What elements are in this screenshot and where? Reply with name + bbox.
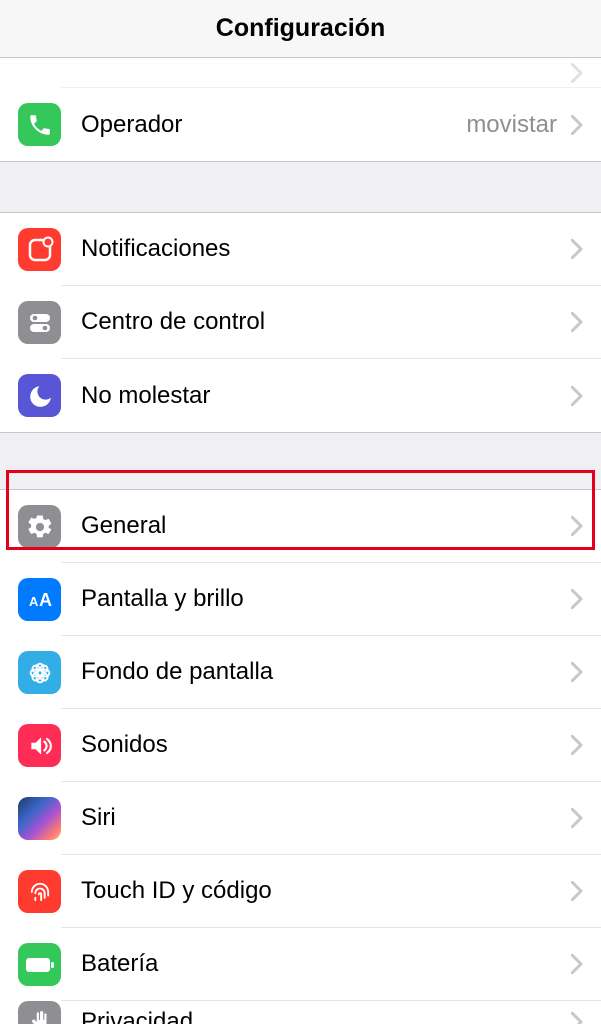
row-carrier-value: movistar xyxy=(466,111,557,139)
chevron-right-icon xyxy=(571,662,583,682)
phone-icon xyxy=(18,103,61,146)
row-battery[interactable]: Batería xyxy=(0,928,601,1001)
row-general-label: General xyxy=(81,512,571,540)
notifications-icon xyxy=(18,228,61,271)
row-do-not-disturb[interactable]: No molestar xyxy=(0,359,601,432)
row-wallpaper[interactable]: Fondo de pantalla xyxy=(0,636,601,709)
section-gap xyxy=(0,433,601,489)
svg-text:A: A xyxy=(29,594,39,609)
chevron-right-icon xyxy=(571,386,583,406)
row-display[interactable]: AA Pantalla y brillo xyxy=(0,563,601,636)
battery-icon xyxy=(18,943,61,986)
row-touchid-label: Touch ID y código xyxy=(81,877,571,905)
chevron-right-icon xyxy=(571,516,583,536)
row-sounds-label: Sonidos xyxy=(81,731,571,759)
chevron-right-icon xyxy=(571,1012,583,1024)
row-touchid[interactable]: Touch ID y código xyxy=(0,855,601,928)
chevron-right-icon xyxy=(571,735,583,755)
row-carrier-label: Operador xyxy=(81,111,466,139)
chevron-right-icon xyxy=(571,881,583,901)
gear-icon xyxy=(18,505,61,548)
row-siri[interactable]: Siri xyxy=(0,782,601,855)
section-gap xyxy=(0,162,601,212)
chevron-right-icon xyxy=(571,589,583,609)
row-notifications-label: Notificaciones xyxy=(81,235,571,263)
settings-group-network: Operador movistar xyxy=(0,58,601,162)
row-carrier[interactable]: Operador movistar xyxy=(0,88,601,161)
chevron-right-icon xyxy=(571,954,583,974)
chevron-right-icon xyxy=(571,312,583,332)
row-do-not-disturb-label: No molestar xyxy=(81,382,571,410)
row-privacy-label: Privacidad xyxy=(81,1008,571,1024)
chevron-right-icon xyxy=(571,63,583,83)
text-size-icon: AA xyxy=(18,578,61,621)
row-display-label: Pantalla y brillo xyxy=(81,585,571,613)
wallpaper-icon xyxy=(18,651,61,694)
row-sounds[interactable]: Sonidos xyxy=(0,709,601,782)
row-hidden-top xyxy=(0,58,601,88)
row-general[interactable]: General xyxy=(0,490,601,563)
hand-icon xyxy=(18,1001,61,1024)
chevron-right-icon xyxy=(571,808,583,828)
row-control-center-label: Centro de control xyxy=(81,308,571,336)
siri-icon xyxy=(18,797,61,840)
row-siri-label: Siri xyxy=(81,804,571,832)
chevron-right-icon xyxy=(571,115,583,135)
fingerprint-icon xyxy=(18,870,61,913)
page-title: Configuración xyxy=(216,14,385,43)
row-wallpaper-label: Fondo de pantalla xyxy=(81,658,571,686)
settings-group-device: General AA Pantalla y brillo Fondo de pa… xyxy=(0,489,601,1024)
row-privacy[interactable]: Privacidad xyxy=(0,1001,601,1024)
svg-text:A: A xyxy=(39,590,52,610)
chevron-right-icon xyxy=(571,239,583,259)
row-control-center[interactable]: Centro de control xyxy=(0,286,601,359)
control-center-icon xyxy=(18,301,61,344)
row-battery-label: Batería xyxy=(81,950,571,978)
settings-group-alerts: Notificaciones Centro de control No mole… xyxy=(0,212,601,433)
row-notifications[interactable]: Notificaciones xyxy=(0,213,601,286)
speaker-icon xyxy=(18,724,61,767)
moon-icon xyxy=(18,374,61,417)
header-bar: Configuración xyxy=(0,0,601,58)
